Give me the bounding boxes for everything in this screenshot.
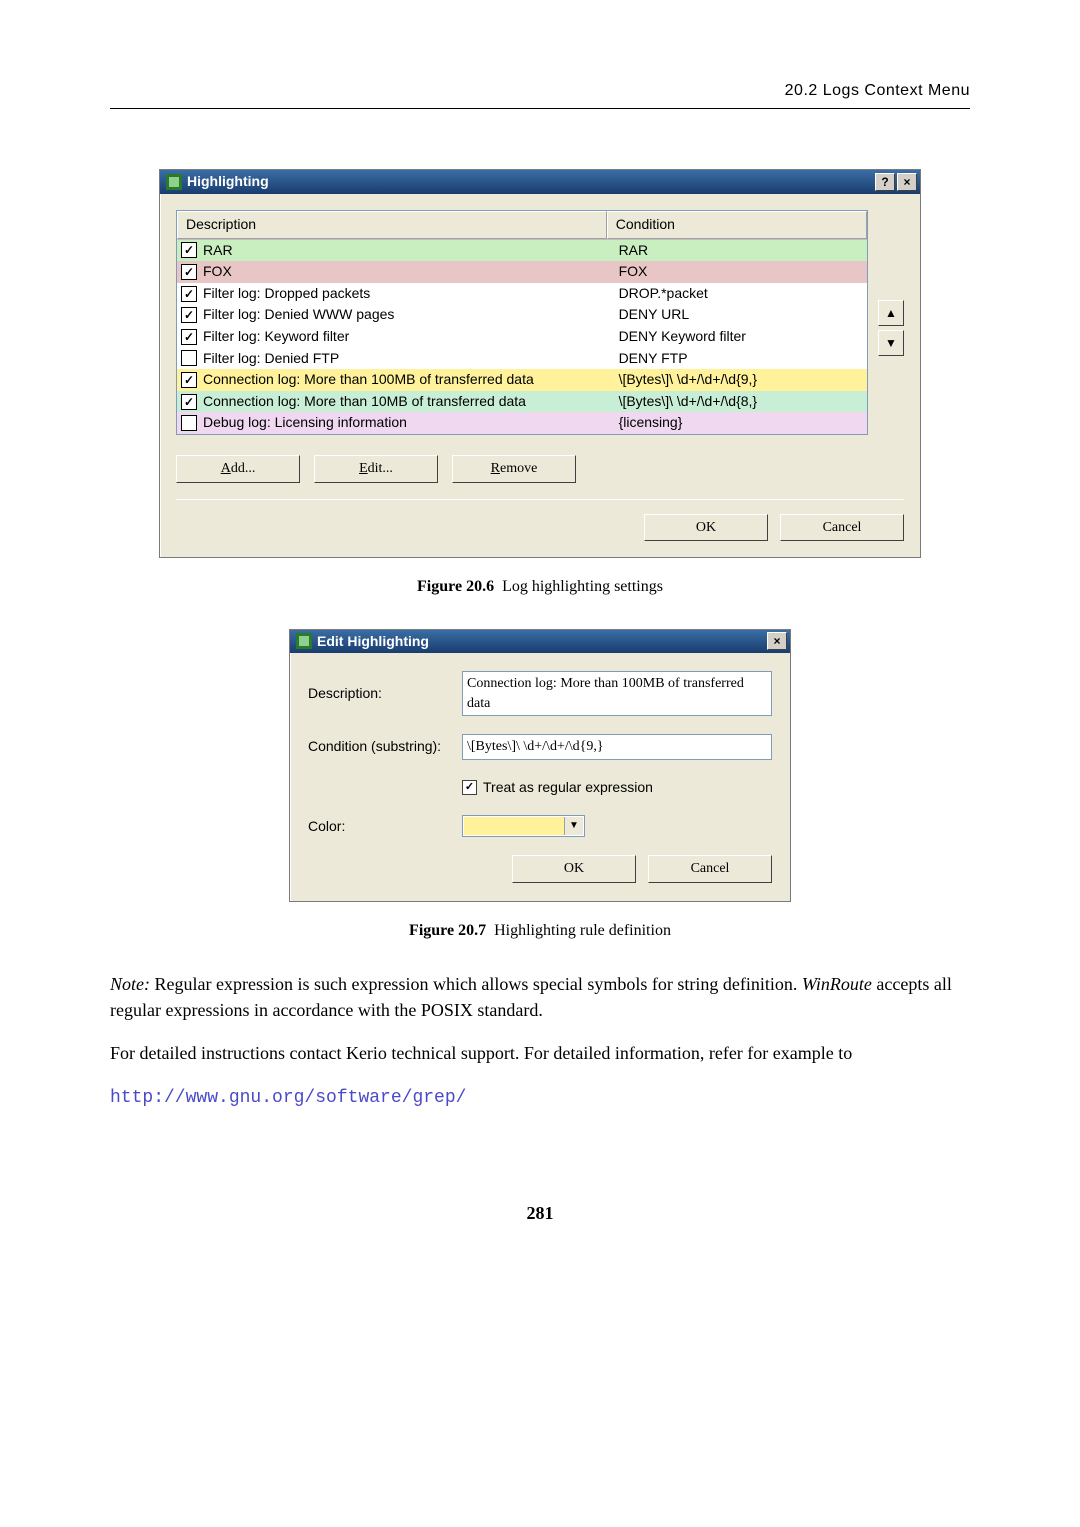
dialog-title: Edit Highlighting: [317, 632, 429, 652]
row-checkbox[interactable]: [181, 264, 197, 280]
checkbox-icon: [462, 780, 477, 795]
row-description: Filter log: Denied WWW pages: [203, 305, 619, 325]
figure-caption-2: Figure 20.7 Highlighting rule definition: [110, 920, 970, 942]
cancel-button[interactable]: Cancel: [780, 514, 904, 542]
page-number: 281: [110, 1201, 970, 1226]
color-swatch-preview: [464, 817, 564, 835]
note-paragraph-2: For detailed instructions contact Kerio …: [110, 1041, 970, 1066]
description-input[interactable]: Connection log: More than 100MB of trans…: [462, 671, 772, 716]
page-header: 20.2 Logs Context Menu: [110, 80, 970, 109]
condition-label: Condition (substring):: [308, 737, 448, 757]
row-description: RAR: [203, 241, 619, 261]
row-condition: DENY URL: [619, 305, 863, 325]
table-row[interactable]: Connection log: More than 100MB of trans…: [177, 369, 867, 391]
figure-caption-1: Figure 20.6 Log highlighting settings: [110, 576, 970, 598]
move-up-button[interactable]: ▲: [878, 300, 904, 326]
note-paragraph-1: Note: Regular expression is such express…: [110, 972, 970, 1022]
row-checkbox[interactable]: [181, 415, 197, 431]
regex-checkbox[interactable]: Treat as regular expression: [462, 778, 653, 798]
help-icon[interactable]: ?: [875, 173, 895, 191]
row-condition: FOX: [619, 262, 863, 282]
list-header: Description Condition: [177, 211, 867, 240]
grep-link[interactable]: http://www.gnu.org/software/grep/: [110, 1088, 466, 1108]
column-description[interactable]: Description: [177, 211, 607, 239]
row-checkbox[interactable]: [181, 329, 197, 345]
color-picker[interactable]: ▼: [462, 815, 585, 837]
app-icon: [296, 633, 312, 649]
ok-button[interactable]: OK: [512, 855, 636, 883]
table-row[interactable]: Debug log: Licensing information{licensi…: [177, 412, 867, 434]
table-row[interactable]: Filter log: Dropped packetsDROP.*packet: [177, 283, 867, 305]
row-description: Filter log: Denied FTP: [203, 349, 619, 369]
row-description: Filter log: Dropped packets: [203, 284, 619, 304]
highlight-list[interactable]: Description Condition RARRARFOXFOXFilter…: [176, 210, 868, 435]
app-icon: [166, 174, 182, 190]
dialog-title: Highlighting: [187, 172, 269, 192]
table-row[interactable]: FOXFOX: [177, 261, 867, 283]
table-row[interactable]: RARRAR: [177, 240, 867, 262]
titlebar: Edit Highlighting ×: [290, 630, 790, 654]
add-button[interactable]: Add...: [176, 455, 300, 483]
remove-button[interactable]: Remove: [452, 455, 576, 483]
close-icon[interactable]: ×: [767, 632, 787, 650]
highlighting-dialog: Highlighting ? × Description Condition R…: [159, 169, 921, 558]
row-condition: \[Bytes\]\ \d+/\d+/\d{8,}: [619, 392, 863, 412]
chevron-down-icon[interactable]: ▼: [564, 817, 583, 835]
move-down-button[interactable]: ▼: [878, 330, 904, 356]
table-row[interactable]: Filter log: Keyword filterDENY Keyword f…: [177, 326, 867, 348]
row-checkbox[interactable]: [181, 307, 197, 323]
edit-button[interactable]: Edit...: [314, 455, 438, 483]
condition-input[interactable]: \[Bytes\]\ \d+/\d+/\d{9,}: [462, 734, 772, 760]
edit-highlighting-dialog: Edit Highlighting × Description: Connect…: [289, 629, 791, 903]
row-condition: DROP.*packet: [619, 284, 863, 304]
titlebar: Highlighting ? ×: [160, 170, 920, 194]
close-icon[interactable]: ×: [897, 173, 917, 191]
row-description: Connection log: More than 10MB of transf…: [203, 392, 619, 412]
table-row[interactable]: Connection log: More than 10MB of transf…: [177, 391, 867, 413]
row-checkbox[interactable]: [181, 350, 197, 366]
ok-button[interactable]: OK: [644, 514, 768, 542]
row-condition: DENY Keyword filter: [619, 327, 863, 347]
row-description: Filter log: Keyword filter: [203, 327, 619, 347]
description-label: Description:: [308, 684, 448, 704]
regex-label: Treat as regular expression: [483, 778, 653, 798]
table-row[interactable]: Filter log: Denied FTPDENY FTP: [177, 348, 867, 370]
row-checkbox[interactable]: [181, 394, 197, 410]
table-row[interactable]: Filter log: Denied WWW pagesDENY URL: [177, 304, 867, 326]
row-condition: RAR: [619, 241, 863, 261]
row-condition: DENY FTP: [619, 349, 863, 369]
row-description: Connection log: More than 100MB of trans…: [203, 370, 619, 390]
row-description: FOX: [203, 262, 619, 282]
row-condition: {licensing}: [619, 413, 863, 433]
color-label: Color:: [308, 817, 448, 837]
row-checkbox[interactable]: [181, 242, 197, 258]
row-description: Debug log: Licensing information: [203, 413, 619, 433]
row-checkbox[interactable]: [181, 286, 197, 302]
row-condition: \[Bytes\]\ \d+/\d+/\d{9,}: [619, 370, 863, 390]
row-checkbox[interactable]: [181, 372, 197, 388]
column-condition[interactable]: Condition: [607, 211, 867, 239]
cancel-button[interactable]: Cancel: [648, 855, 772, 883]
